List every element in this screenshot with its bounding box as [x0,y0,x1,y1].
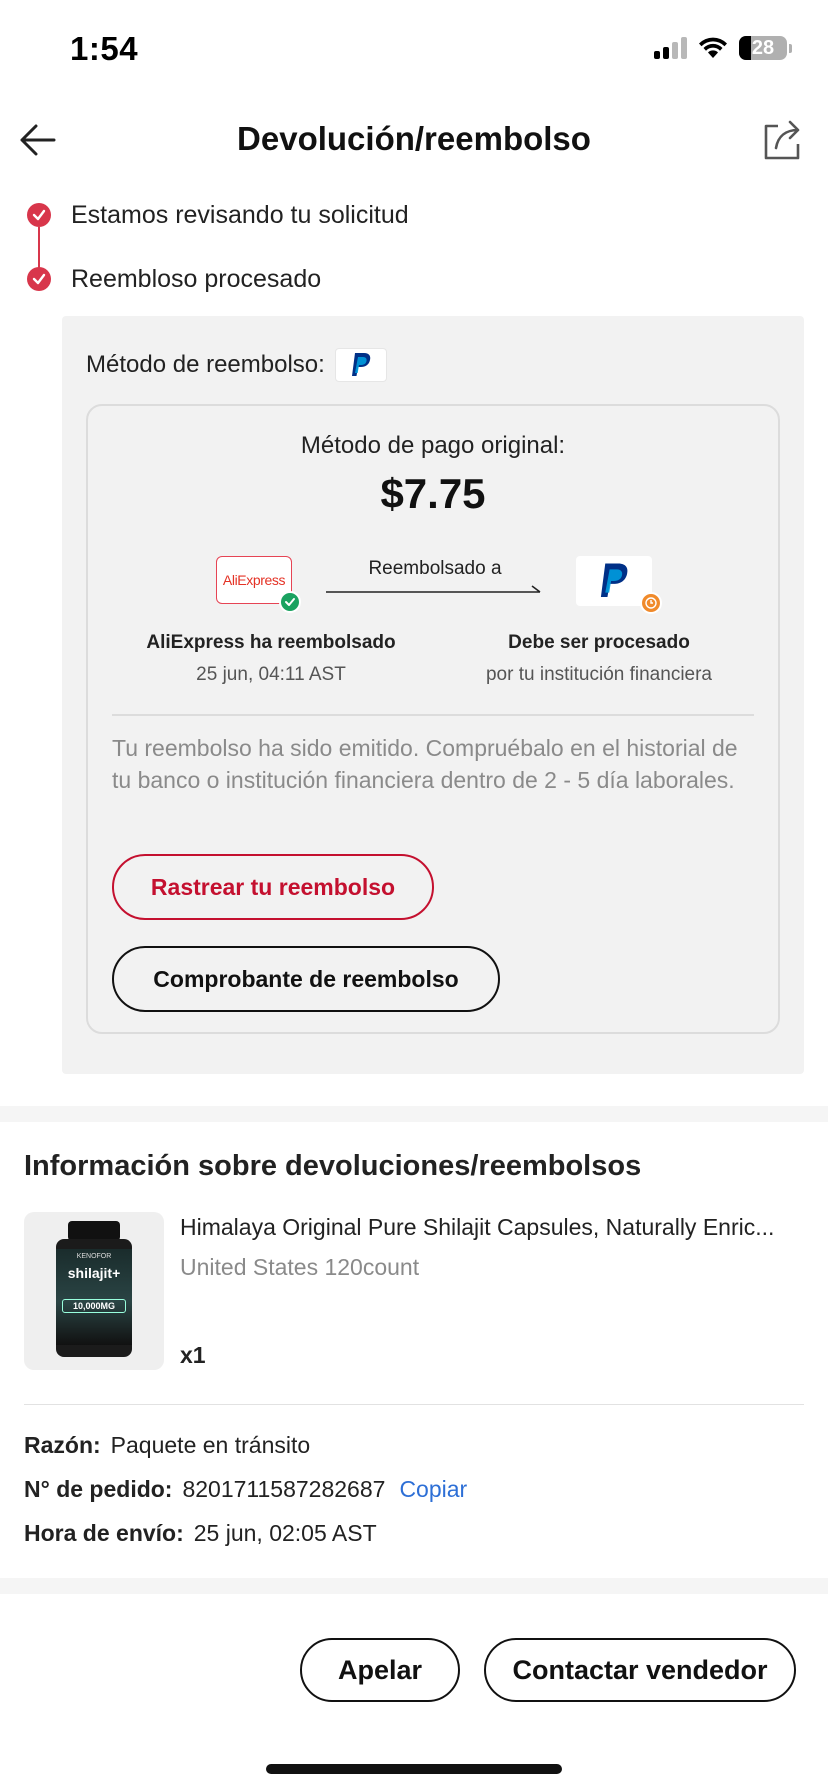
refund-note: Tu reembolso ha sido emitido. Compruébal… [112,735,738,793]
bottle-dose: 10,000MG [62,1299,126,1313]
wifi-icon [699,37,727,58]
bottle-name: shilajit+ [67,1265,121,1281]
check-icon [27,267,51,291]
aliexpress-logo: AliExpress [216,556,301,613]
product-image[interactable]: KENOFOR shilajit+ 10,000MG [24,1212,164,1370]
refunded-to-label: Reembolsado a [368,558,502,579]
check-icon [27,203,51,227]
section-separator [0,1578,828,1594]
timeline-step-reviewing: Estamos revisando tu solicitud [0,195,828,273]
refund-panel: Método de reembolso: Método de pago orig… [62,316,804,1074]
battery-level: 28 [751,36,775,59]
divider [24,1404,804,1405]
paypal-chip [334,348,387,382]
aliexpress-logo-text: AliExpress [222,572,286,588]
refund-card: Método de pago original: $7.75 AliExpres… [86,404,780,1034]
clock-icon [640,592,662,614]
reason-label: Razón: [24,1432,101,1458]
bottle-brand: KENOFOR [76,1253,112,1260]
share-button[interactable] [760,118,804,162]
appeal-button[interactable]: Apelar [300,1638,460,1702]
success-check-icon [279,591,301,613]
product-variant: United States 120count [180,1254,420,1280]
reason-row: Razón: Paquete en tránsito [24,1432,310,1459]
nav-header: Devolución/reembolso [0,110,828,170]
cellular-signal-icon [654,37,687,59]
paypal-icon [600,563,628,597]
share-icon [764,120,800,160]
status-bar: 1:54 28 [0,0,828,100]
original-payment-label: Método de pago original: [300,432,566,459]
order-number-row: N° de pedido: 8201711587282687 Copiar [24,1476,467,1503]
order-number-label: N° de pedido: [24,1476,173,1502]
contact-seller-button[interactable]: Contactar vendedor [484,1638,796,1702]
refund-amount: $7.75 [380,470,486,517]
timeline-step-processed: Reembloso procesado [0,259,828,299]
refund-method-row: Método de reembolso: [86,348,387,382]
product-name[interactable]: Himalaya Original Pure Shilajit Capsules… [180,1214,804,1241]
paypal-logo [576,556,662,614]
bottom-action-bar: Apelar Contactar vendedor [0,1612,828,1792]
refund-method-label: Método de reembolso: [86,351,325,378]
refund-receipt-button[interactable]: Comprobante de reembolso [112,946,500,1012]
battery-tip [789,43,792,53]
status-icons: 28 [654,36,792,60]
aliexpress-refunded-date: 25 jun, 04:11 AST [196,664,346,685]
refund-arrow: Reembolsado a [326,558,544,598]
bank-refund-status: Debe ser procesado por tu institución fi… [434,632,764,686]
paypal-icon [351,353,371,376]
section-title: Información sobre devoluciones/reembolso… [24,1150,642,1182]
ship-time-label: Hora de envío: [24,1520,184,1546]
timeline-step-label: Reembloso procesado [71,265,322,293]
timeline-step-label: Estamos revisando tu solicitud [71,201,409,229]
reason-value: Paquete en tránsito [110,1432,311,1458]
track-refund-button[interactable]: Rastrear tu reembolso [112,854,434,920]
arrow-right-icon [326,585,541,593]
divider [112,714,754,716]
aliexpress-refunded-title: AliExpress ha reembolsado [146,632,396,653]
aliexpress-refund-status: AliExpress ha reembolsado 25 jun, 04:11 … [106,632,436,686]
product-quantity: x1 [180,1342,206,1368]
copy-order-link[interactable]: Copiar [399,1476,467,1503]
supplement-bottle-image: KENOFOR shilajit+ 10,000MG [52,1221,136,1361]
home-indicator[interactable] [266,1764,562,1774]
section-separator [0,1106,828,1122]
pending-processing-sub: por tu institución financiera [485,664,712,685]
order-number-value: 8201711587282687 [182,1476,386,1502]
ship-time-row: Hora de envío: 25 jun, 02:05 AST [24,1520,377,1547]
page-title: Devolución/reembolso [237,120,591,157]
battery-icon: 28 [739,36,787,60]
pending-processing-title: Debe ser procesado [508,632,690,653]
status-time: 1:54 [70,30,139,67]
ship-time-value: 25 jun, 02:05 AST [193,1520,377,1546]
